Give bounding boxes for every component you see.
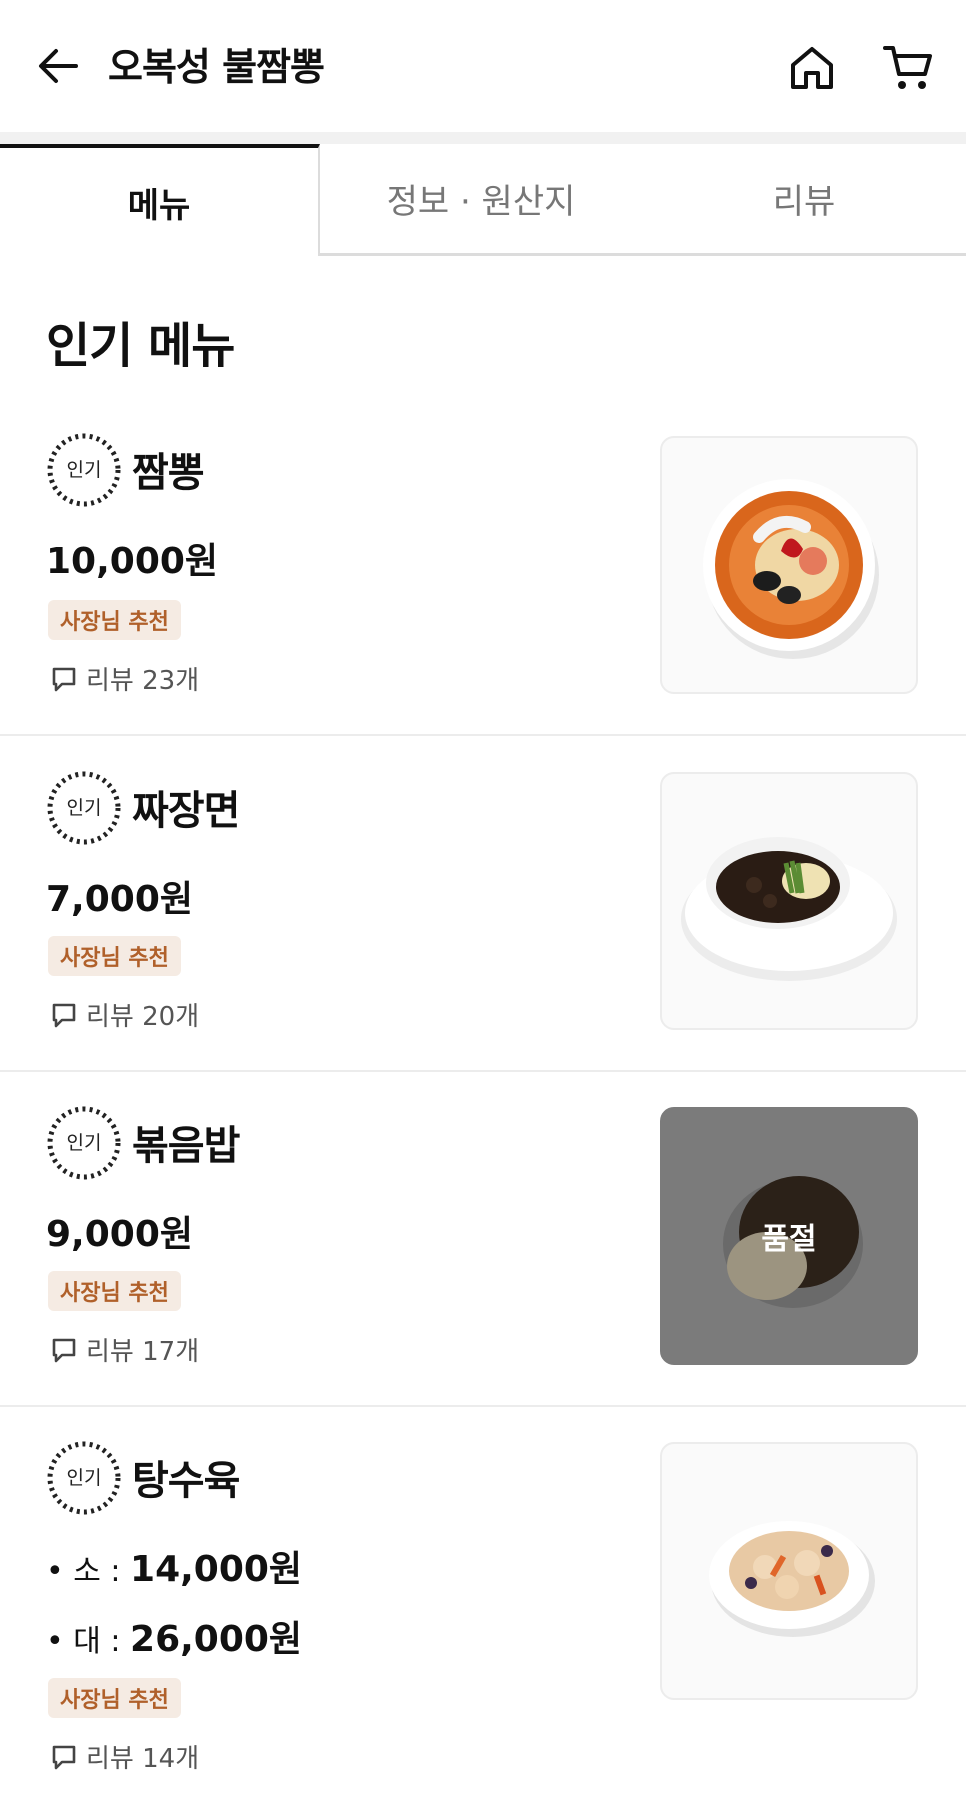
svg-text:인기: 인기 — [67, 1132, 102, 1154]
menu-item-fried-rice[interactable]: 인기 볶음밥 9,000원 사장님 추천 리뷰 17개 품절 — [0, 1105, 966, 1407]
menu-item-name: 볶음밥 — [132, 1123, 240, 1169]
popular-badge-icon: 인기 — [47, 771, 121, 845]
menu-item-jajangmyeon[interactable]: 인기 짜장면 7,000원 사장님 추천 리뷰 20개 — [0, 770, 966, 1072]
review-count-label: 리뷰 17개 — [86, 1337, 200, 1367]
section-title: 인기 메뉴 — [46, 318, 235, 374]
owner-recommend-tag: 사장님 추천 — [48, 600, 181, 640]
menu-item-name: 짬뽕 — [132, 450, 205, 496]
menu-item-tangsuyuk[interactable]: 인기 탕수육 • 소 : 14,000원 • 대 : 26,000원 사장님 추… — [0, 1440, 966, 1794]
menu-item-thumbnail[interactable] — [660, 436, 918, 694]
review-count: 리뷰 17개 — [50, 1331, 199, 1368]
popular-badge-icon: 인기 — [47, 433, 121, 507]
menu-item-thumbnail-soldout[interactable]: 품절 — [660, 1107, 918, 1365]
arrow-left-icon — [39, 49, 78, 83]
tab-menu[interactable]: 메뉴 — [0, 144, 320, 256]
price-large-value: 26,000원 — [130, 1619, 303, 1660]
menu-item-price: 7,000원 — [46, 879, 193, 920]
owner-recommend-tag: 사장님 추천 — [48, 1678, 181, 1718]
menu-item-price: 9,000원 — [46, 1214, 193, 1255]
app-header: 오복성 불짬뽕 — [0, 0, 966, 132]
review-count: 리뷰 20개 — [50, 996, 199, 1033]
menu-item-price: 10,000원 — [46, 541, 219, 582]
back-button[interactable] — [30, 32, 86, 100]
header-separator — [0, 132, 966, 144]
comment-icon — [52, 667, 76, 691]
cart-icon — [883, 46, 932, 89]
comment-icon — [52, 1338, 76, 1362]
price-large-label: • 대 : — [46, 1624, 131, 1659]
svg-text:인기: 인기 — [67, 797, 102, 819]
tab-reviews[interactable]: 리뷰 — [642, 144, 966, 256]
review-count-label: 리뷰 14개 — [86, 1744, 200, 1774]
home-icon — [791, 47, 833, 89]
owner-recommend-tag: 사장님 추천 — [48, 936, 181, 976]
jajangmyeon-bowl-image — [681, 837, 897, 981]
comment-icon — [52, 1745, 76, 1769]
popular-badge-icon: 인기 — [47, 1441, 121, 1515]
jjamppong-bowl-image — [703, 479, 879, 659]
review-count: 리뷰 14개 — [50, 1738, 199, 1775]
popular-badge-icon: 인기 — [47, 1106, 121, 1180]
store-tabs: 메뉴 정보 · 원산지 리뷰 — [0, 144, 966, 256]
price-small: • 소 : 14,000원 — [46, 1540, 302, 1592]
item-divider — [0, 1405, 966, 1407]
review-count: 리뷰 23개 — [50, 660, 199, 697]
menu-item-thumbnail[interactable] — [660, 772, 918, 1030]
review-count-label: 리뷰 23개 — [86, 666, 200, 696]
comment-icon — [52, 1003, 76, 1027]
sold-out-label: 품절 — [761, 1222, 817, 1257]
item-divider — [0, 1070, 966, 1072]
menu-item-thumbnail[interactable] — [660, 1442, 918, 1700]
price-small-value: 14,000원 — [130, 1549, 303, 1590]
home-button[interactable] — [780, 36, 844, 100]
item-divider — [0, 734, 966, 736]
review-count-label: 리뷰 20개 — [86, 1002, 200, 1032]
owner-recommend-tag: 사장님 추천 — [48, 1271, 181, 1311]
svg-text:인기: 인기 — [67, 1467, 102, 1489]
menu-item-jjamppong[interactable]: 인기 짬뽕 10,000원 사장님 추천 리뷰 23개 — [0, 432, 966, 736]
cart-button[interactable] — [876, 36, 940, 100]
price-small-label: • 소 : — [46, 1554, 131, 1589]
price-large: • 대 : 26,000원 — [46, 1610, 302, 1662]
store-title: 오복성 불짬뽕 — [108, 45, 325, 89]
menu-item-name: 짜장면 — [132, 788, 240, 834]
menu-item-name: 탕수육 — [132, 1458, 240, 1504]
svg-text:인기: 인기 — [67, 459, 102, 481]
tangsuyuk-plate-image — [709, 1521, 875, 1637]
tab-info-origin[interactable]: 정보 · 원산지 — [320, 144, 642, 256]
